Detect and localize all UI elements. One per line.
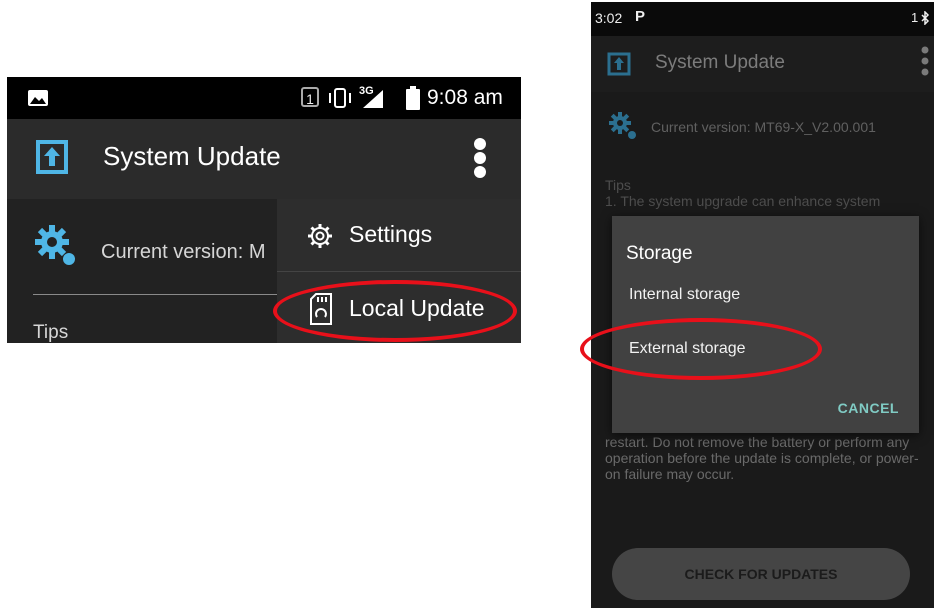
status-bar: 3:02 P 1 xyxy=(591,2,934,36)
tips-line: 1. The system upgrade can enhance system xyxy=(605,193,881,209)
gear-icon xyxy=(308,224,332,248)
overflow-menu-icon[interactable] xyxy=(921,46,929,76)
highlight-ring-external-storage xyxy=(580,318,822,380)
menu-divider xyxy=(277,271,521,272)
sim-icon: 1 xyxy=(301,87,319,107)
overflow-menu-icon[interactable] xyxy=(473,137,487,179)
tips-heading: Tips xyxy=(605,177,631,193)
check-for-updates-button[interactable]: CHECK FOR UPDATES xyxy=(612,548,910,600)
system-update-icon xyxy=(607,52,631,76)
app-title: System Update xyxy=(655,52,785,73)
settings-gear-icon xyxy=(609,112,636,139)
bluetooth-icon xyxy=(921,11,930,25)
current-version-text: Current version: MT69-X_V2.00.001 xyxy=(651,119,876,135)
menu-item-settings[interactable]: Settings xyxy=(277,203,521,267)
status-indicator: 1 xyxy=(911,10,919,25)
image-notification-icon xyxy=(28,90,48,106)
status-time: 9:08 am xyxy=(427,86,503,109)
battery-icon xyxy=(406,86,420,110)
tips-warning-text: restart. Do not remove the battery or pe… xyxy=(605,434,919,482)
app-title: System Update xyxy=(103,141,281,171)
cancel-button[interactable]: CANCEL xyxy=(838,400,899,416)
settings-gear-icon xyxy=(35,225,75,265)
status-bar: 1 3G 9:08 am xyxy=(7,77,521,119)
tips-heading: Tips xyxy=(33,322,69,343)
app-indicator-icon: P xyxy=(635,8,646,25)
menu-item-label: Settings xyxy=(349,221,433,247)
tips-text: Tips 1. The system upgrade can enhance s… xyxy=(605,177,925,209)
highlight-ring-local-update xyxy=(273,280,517,342)
divider xyxy=(33,294,293,295)
vibrate-icon xyxy=(329,88,351,108)
current-version-text: Current version: M xyxy=(101,241,266,263)
option-internal-storage[interactable]: Internal storage xyxy=(629,286,740,304)
dialog-title: Storage xyxy=(626,243,693,264)
right-screenshot: 3:02 P 1 System Update Current version: … xyxy=(591,2,934,608)
status-time: 3:02 xyxy=(595,10,623,26)
system-update-icon xyxy=(36,140,68,174)
signal-icon xyxy=(363,90,383,108)
